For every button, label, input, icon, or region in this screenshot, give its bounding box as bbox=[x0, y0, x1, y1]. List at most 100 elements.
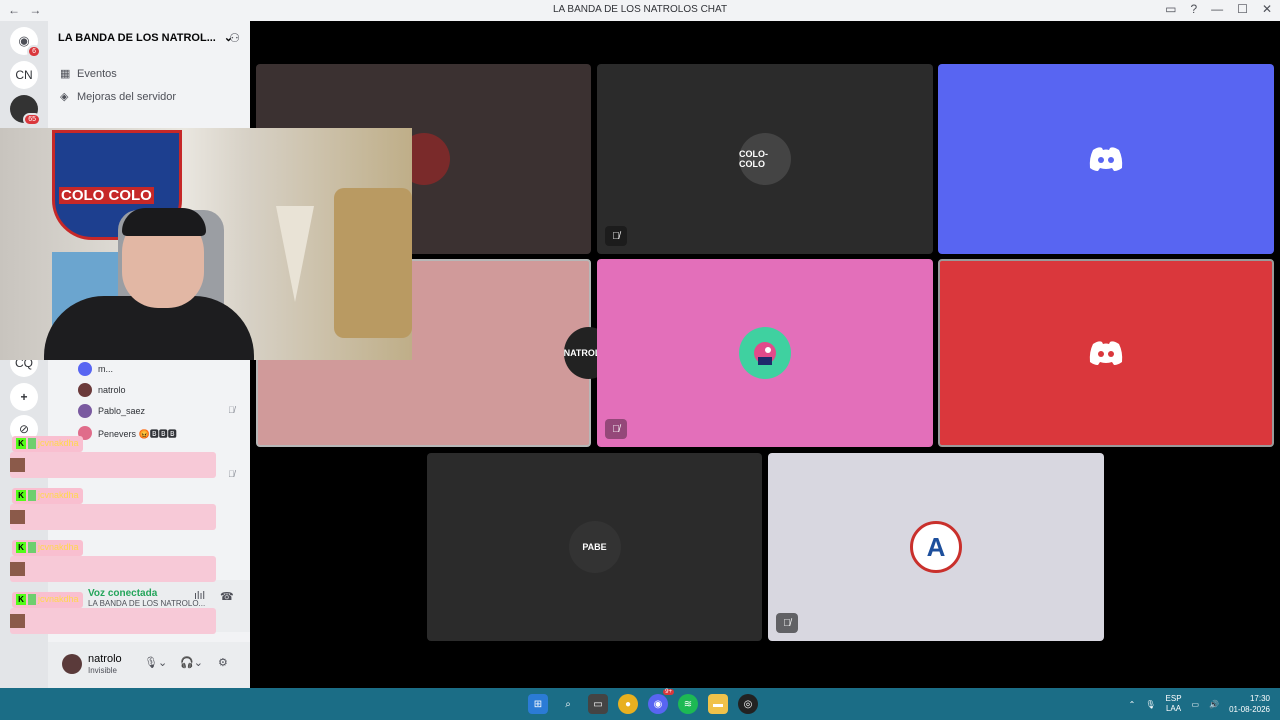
mic-muted-icon: 🎙̸ bbox=[228, 405, 235, 415]
add-server-button[interactable]: + bbox=[10, 383, 38, 411]
channel-label: Mejoras del servidor bbox=[77, 91, 177, 103]
system-tray: ⌃ 🎙 ESP LAA ▭ 🔊 17:30 01-08-2026 bbox=[1129, 693, 1270, 715]
folder-icon[interactable]: ▬ bbox=[708, 694, 728, 714]
avatar bbox=[78, 362, 92, 376]
mic-muted-icon: 🎙̸ bbox=[605, 419, 627, 439]
participant-tile[interactable] bbox=[938, 64, 1274, 254]
participant-tile[interactable]: PABE bbox=[427, 453, 762, 641]
obs-icon[interactable]: ◎ bbox=[738, 694, 758, 714]
spotify-icon[interactable]: ≋ bbox=[678, 694, 698, 714]
volume-icon[interactable]: 🔊 bbox=[1209, 700, 1219, 709]
calendar-icon: ▦ bbox=[60, 68, 71, 80]
participant-tile[interactable]: A 🎙̸ bbox=[768, 453, 1104, 641]
maximize-button[interactable]: ☐ bbox=[1237, 2, 1248, 16]
network-icon[interactable]: ▭ bbox=[1192, 700, 1200, 709]
kick-icon: K bbox=[16, 542, 26, 553]
window-title: LA BANDA DE LOS NATROLOS CHAT bbox=[552, 4, 728, 15]
participant-tile[interactable] bbox=[938, 259, 1274, 447]
channel-events[interactable]: ▦ Eventos bbox=[60, 67, 117, 80]
chevron-up-icon[interactable]: ⌃ bbox=[1129, 700, 1136, 709]
emote-image bbox=[10, 562, 25, 576]
participant-tile[interactable]: COLO-COLO 🎙̸ bbox=[597, 64, 933, 254]
badge-icon bbox=[28, 594, 36, 605]
flag-text: COLO COLO bbox=[59, 187, 154, 204]
avatar bbox=[78, 404, 92, 418]
mic-muted-icon: 🎙̸ bbox=[605, 226, 627, 246]
overlay-username: Kjcvnakdha bbox=[12, 436, 83, 452]
person-hair bbox=[122, 208, 206, 236]
chrome-icon[interactable]: ● bbox=[618, 694, 638, 714]
help-icon[interactable]: ? bbox=[1190, 2, 1197, 16]
inbox-icon[interactable]: ▭ bbox=[1165, 2, 1176, 16]
window-controls: ▭ ? — ☐ ✕ bbox=[1165, 2, 1272, 16]
task-view-icon[interactable]: ▭ bbox=[588, 694, 608, 714]
mic-muted-icon: 🎙̸ bbox=[776, 613, 798, 633]
voice-user-name: natrolo bbox=[98, 385, 126, 395]
overlay-message bbox=[10, 608, 216, 634]
username: natrolo bbox=[88, 653, 122, 665]
headphones-icon[interactable]: 🎧⌄ bbox=[180, 656, 203, 669]
server-icon-avatar[interactable]: 65 bbox=[10, 95, 41, 126]
participant-avatar: COLO-COLO bbox=[739, 133, 791, 185]
channel-boosts[interactable]: ◈ Mejoras del servidor bbox=[60, 90, 176, 103]
participant-avatar: A bbox=[910, 521, 962, 573]
badge-icon bbox=[28, 438, 36, 449]
channel-label: Eventos bbox=[77, 68, 117, 80]
voice-channel-name[interactable]: LA BANDA DE LOS NATROLO... bbox=[88, 599, 205, 608]
avatar[interactable] bbox=[62, 654, 82, 674]
lang-code: ESP bbox=[1165, 694, 1182, 703]
kick-icon: K bbox=[16, 490, 26, 501]
wooden-shield bbox=[334, 188, 412, 338]
emote-image bbox=[10, 458, 25, 472]
search-icon[interactable]: ⌕ bbox=[558, 694, 578, 714]
character-icon bbox=[754, 342, 776, 365]
voice-user[interactable]: Penevers 😡🅱🅱🅱 bbox=[78, 426, 177, 440]
voice-user[interactable]: m... bbox=[78, 362, 113, 376]
clock[interactable]: 17:30 01-08-2026 bbox=[1229, 693, 1270, 715]
server-header[interactable]: LA BANDA DE LOS NATROL... ⌄ bbox=[58, 31, 233, 44]
voice-user[interactable]: natrolo bbox=[78, 383, 126, 397]
kick-icon: K bbox=[16, 594, 26, 605]
voice-user-name: Pablo_saez bbox=[98, 406, 146, 416]
badge-icon bbox=[28, 490, 36, 501]
microphone-icon[interactable]: 🎙 bbox=[1145, 700, 1155, 709]
overlay-message bbox=[10, 452, 216, 478]
add-member-icon[interactable]: ⚇ bbox=[229, 31, 240, 45]
overlay-username: Kjcvnakdha bbox=[12, 592, 83, 608]
webcam-overlay: COLO COLO bbox=[0, 128, 412, 360]
title-bar: ← → LA BANDA DE LOS NATROLOS CHAT ▭ ? — … bbox=[0, 0, 1280, 21]
user-panel: natrolo Invisible 🎙⌄ 🎧⌄ ⚙ bbox=[48, 642, 250, 688]
participant-avatar bbox=[739, 327, 791, 379]
boost-icon: ◈ bbox=[60, 91, 69, 103]
overlay-message bbox=[10, 504, 216, 530]
discord-taskbar-icon[interactable]: ◉ 9+ bbox=[648, 689, 674, 714]
participant-tile[interactable]: 🎙̸ bbox=[597, 259, 933, 447]
minimize-button[interactable]: — bbox=[1211, 2, 1223, 16]
user-status: Invisible bbox=[88, 666, 117, 675]
kick-icon: K bbox=[16, 438, 26, 449]
home-button[interactable]: ◉ 6 bbox=[10, 27, 41, 58]
windows-start-icon[interactable]: ⊞ bbox=[528, 694, 548, 714]
time-text: 17:30 bbox=[1249, 694, 1270, 703]
server-icon-cn[interactable]: CN bbox=[10, 61, 38, 89]
disconnect-icon[interactable]: ☎ bbox=[220, 590, 234, 603]
close-button[interactable]: ✕ bbox=[1262, 2, 1272, 16]
date-text: 01-08-2026 bbox=[1229, 705, 1270, 714]
gear-icon[interactable]: ⚙ bbox=[218, 656, 228, 669]
discord-icon bbox=[1089, 341, 1123, 365]
emote-image bbox=[10, 614, 25, 628]
microphone-icon[interactable]: 🎙⌄ bbox=[144, 656, 167, 669]
notification-badge: 9+ bbox=[663, 689, 674, 695]
mic-muted-icon: 🎙̸ bbox=[228, 469, 235, 479]
language-indicator[interactable]: ESP LAA bbox=[1166, 694, 1182, 714]
voice-user[interactable]: Pablo_saez bbox=[78, 404, 145, 418]
server-name: LA BANDA DE LOS NATROL... bbox=[58, 32, 216, 44]
plus-icon: + bbox=[20, 390, 28, 404]
voice-user-name: m... bbox=[98, 364, 113, 374]
notification-badge: 65 bbox=[23, 113, 41, 126]
server-label: CN bbox=[15, 68, 33, 82]
emote-image bbox=[10, 510, 25, 524]
signal-icon[interactable]: ılıl bbox=[194, 590, 205, 602]
participant-avatar: PABE bbox=[568, 521, 621, 573]
discord-icon bbox=[1089, 147, 1123, 171]
